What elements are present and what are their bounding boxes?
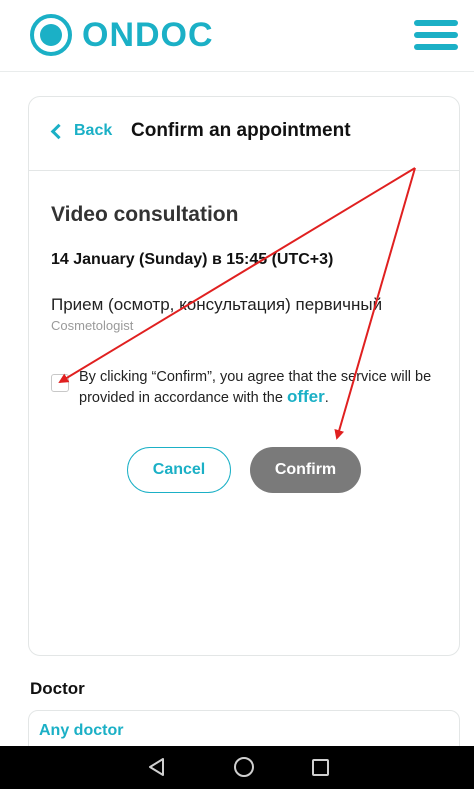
back-button[interactable]: Back — [49, 122, 112, 140]
doctor-specialty: Cosmetologist — [51, 318, 134, 333]
confirm-appointment-card: Back Confirm an appointment Video consul… — [28, 96, 460, 656]
doctor-section-title: Doctor — [30, 679, 85, 698]
page-title: Confirm an appointment — [131, 120, 351, 141]
selected-doctor: Any doctor — [39, 722, 124, 739]
agreement-text: By clicking “Confirm”, you agree that th… — [79, 368, 449, 408]
appointment-datetime: 14 January (Sunday) в 15:45 (UTC+3) — [51, 251, 334, 268]
logo[interactable]: ONDOC — [30, 14, 214, 56]
recent-apps-square-icon[interactable] — [312, 759, 329, 776]
doctor-selector[interactable]: Any doctor — [28, 710, 460, 750]
home-circle-icon[interactable] — [234, 757, 254, 777]
android-nav-bar — [0, 746, 474, 789]
confirm-button[interactable]: Confirm — [250, 447, 361, 493]
back-triangle-icon[interactable] — [146, 756, 168, 778]
agreement-text-end: . — [324, 390, 329, 406]
agreement-text-body: By clicking “Confirm”, you agree that th… — [79, 369, 432, 406]
visit-type: Video consultation — [51, 203, 239, 226]
hamburger-menu-icon[interactable] — [414, 20, 458, 50]
app-header: ONDOC — [0, 0, 474, 72]
logo-circle-icon — [30, 14, 72, 56]
back-label: Back — [74, 122, 113, 139]
chevron-left-icon — [50, 123, 67, 139]
offer-link[interactable]: offer — [287, 387, 325, 406]
brand-name: ONDOC — [82, 15, 214, 54]
card-header: Back Confirm an appointment — [29, 97, 459, 171]
cancel-button[interactable]: Cancel — [127, 447, 231, 493]
service-name: Прием (осмотр, консультация) первичный — [51, 295, 383, 314]
agreement-checkbox[interactable] — [51, 374, 69, 392]
